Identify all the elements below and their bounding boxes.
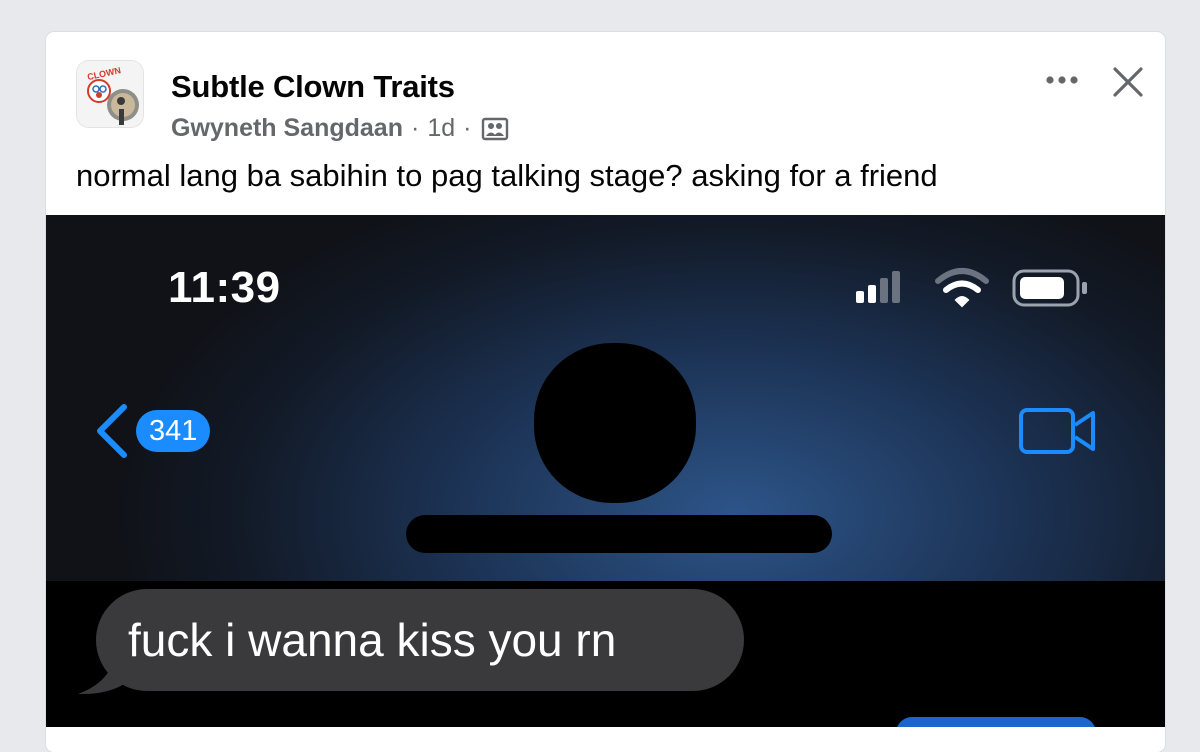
group-name[interactable]: Subtle Clown Traits (171, 69, 455, 105)
more-options-button[interactable] (1038, 62, 1086, 98)
facetime-video-icon[interactable] (1018, 405, 1098, 457)
unread-count-badge: 341 (136, 410, 211, 452)
chevron-left-icon (97, 404, 127, 458)
close-icon (1113, 67, 1143, 97)
more-horizontal-icon (1046, 76, 1078, 84)
post-card: CLOWN Subtle Clown Traits Gwyneth Sangda… (46, 32, 1165, 752)
wifi-icon (935, 268, 989, 308)
imessage-header: 11:39 341 (46, 215, 1165, 581)
meta-separator: · (410, 114, 420, 142)
group-avatar[interactable]: CLOWN (77, 61, 143, 127)
post-image[interactable]: 11:39 341 fuck i wanna kiss you rn (46, 215, 1165, 727)
message-thread: fuck i wanna kiss you rn (46, 581, 1165, 727)
group-avatar-image: CLOWN (77, 61, 143, 127)
author-name[interactable]: Gwyneth Sangdaan (171, 114, 403, 143)
message-bubble[interactable]: fuck i wanna kiss you rn (96, 589, 744, 691)
post-caption: normal lang ba sabihin to pag talking st… (76, 158, 938, 193)
cellular-signal-icon (856, 271, 900, 303)
battery-icon (1012, 269, 1087, 307)
back-button[interactable]: 341 (92, 401, 211, 461)
post-footer (46, 727, 1165, 752)
group-privacy-icon (481, 116, 509, 142)
post-meta: Gwyneth Sangdaan · 1d · (171, 114, 509, 143)
post-time[interactable]: 1d (427, 114, 455, 143)
message-text: fuck i wanna kiss you rn (128, 614, 617, 666)
post-header: CLOWN Subtle Clown Traits Gwyneth Sangda… (46, 32, 1165, 215)
meta-separator: · (463, 114, 472, 142)
outgoing-bubble-partial (896, 717, 1096, 727)
status-bar-clock: 11:39 (168, 263, 281, 312)
contact-avatar-redacted (534, 343, 696, 503)
status-bar-icons (854, 267, 1104, 315)
contact-name-redacted (406, 515, 832, 553)
close-post-button[interactable] (1104, 58, 1152, 106)
